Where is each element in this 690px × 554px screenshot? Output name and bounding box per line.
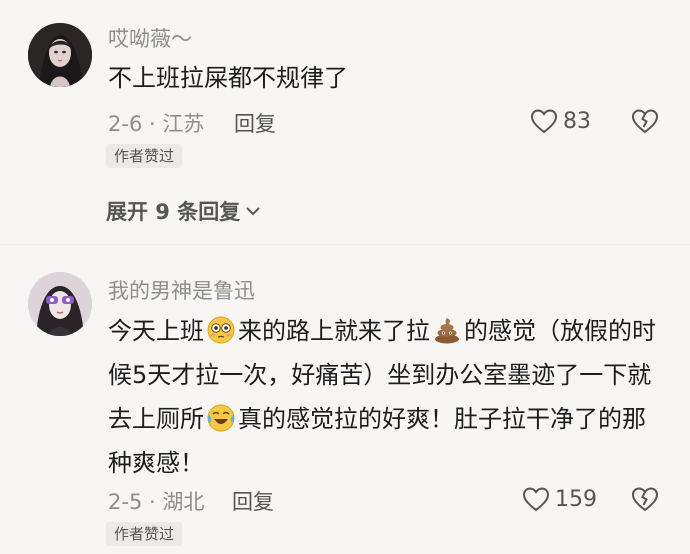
- comment-date-location: 2-6 · 江苏: [108, 112, 205, 136]
- dislike-button[interactable]: [630, 106, 660, 140]
- like-count: 83: [563, 108, 591, 134]
- heart-outline-icon: [530, 109, 558, 134]
- like-count: 159: [555, 486, 597, 512]
- username[interactable]: 我的男神是鲁迅: [108, 275, 255, 305]
- heart-outline-icon: [522, 487, 550, 512]
- comment-date-location: 2-5 · 湖北: [108, 490, 205, 514]
- crying-laughing-emoji-icon: [207, 404, 235, 432]
- like-button[interactable]: 159: [521, 484, 597, 514]
- expand-replies-label: 展开 9 条回复: [106, 200, 241, 224]
- comment-text: 今天上班 来的路上就来了拉 的感觉（放假的时候5天才拉一次，好痛苦）坐到办公室墨…: [108, 309, 668, 485]
- avatar-image: [28, 272, 92, 336]
- reply-button[interactable]: 回复: [234, 108, 276, 138]
- dislike-button[interactable]: [630, 484, 660, 518]
- broken-heart-icon: [631, 109, 659, 134]
- comment-text-part: 来的路上就来了拉: [238, 317, 430, 345]
- expand-replies-button[interactable]: 展开 9 条回复: [106, 196, 262, 226]
- poop-emoji-icon: [435, 318, 459, 344]
- comment-text: 不上班拉屎都不规律了: [108, 64, 348, 92]
- comment-text-part: 今天上班: [108, 317, 204, 345]
- flushed-face-emoji-icon: [207, 316, 235, 344]
- broken-heart-icon: [631, 487, 659, 512]
- username[interactable]: 哎呦薇～: [108, 23, 192, 53]
- avatar[interactable]: [28, 23, 92, 87]
- reply-button[interactable]: 回复: [232, 486, 274, 516]
- avatar[interactable]: [28, 272, 92, 336]
- author-liked-badge: 作者赞过: [106, 522, 183, 546]
- comment-item: 哎呦薇～ 不上班拉屎都不规律了 2-6 · 江苏 回复 83 作者赞过 展开 9…: [0, 0, 690, 245]
- comment-item: 我的男神是鲁迅 今天上班 来的路上就来了拉 的感觉（放假的时候5天才拉一次，好痛…: [0, 245, 690, 554]
- avatar-image: [28, 23, 92, 87]
- chevron-down-icon: [246, 207, 260, 216]
- author-liked-badge: 作者赞过: [106, 144, 183, 168]
- like-button[interactable]: 83: [529, 106, 591, 136]
